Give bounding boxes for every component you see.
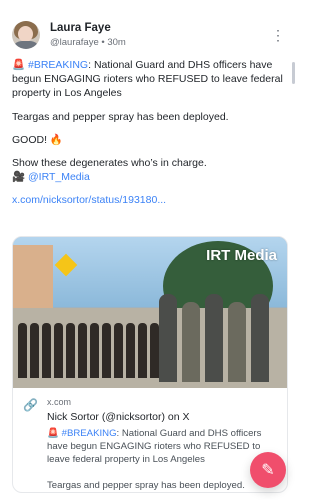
card-desc-text-2: Teargas and pepper spray has been deploy… xyxy=(47,480,245,492)
card-title[interactable]: Nick Sortor (@nicksortor) on X xyxy=(47,410,277,424)
post-time: 30m xyxy=(107,36,126,48)
post-line: Show these degenerates who’s in charge. … xyxy=(12,156,286,184)
compose-icon[interactable]: ✎ xyxy=(250,452,286,488)
hashtag-breaking[interactable]: #BREAKING xyxy=(28,59,88,71)
avatar[interactable] xyxy=(12,21,40,49)
card-description: 🚨 #BREAKING: National Guard and DHS offi… xyxy=(47,428,277,492)
post-header: Laura Faye @laurafaye • 30m ⋮ xyxy=(12,18,286,52)
scroll-indicator[interactable] xyxy=(292,62,295,84)
card-domain: x.com xyxy=(47,397,72,407)
more-vertical-icon[interactable]: ⋮ xyxy=(270,27,286,43)
card-text: x.com Nick Sortor (@nicksortor) on X 🚨 #… xyxy=(47,396,277,492)
post-link-line: x.com/nicksortor/status/193180... xyxy=(12,193,286,207)
author-name[interactable]: Laura Faye xyxy=(50,22,126,35)
card-body: 🔗 x.com Nick Sortor (@nicksortor) on X 🚨… xyxy=(13,388,287,492)
preview-image[interactable]: IRT Media xyxy=(13,237,287,388)
author-handle[interactable]: @laurafaye xyxy=(50,37,99,48)
author-block: Laura Faye @laurafaye • 30m xyxy=(50,22,126,48)
post-link[interactable]: x.com/nicksortor/status/193180... xyxy=(12,194,166,206)
siren-prefix: 🚨 xyxy=(12,59,28,71)
author-meta: @laurafaye • 30m xyxy=(50,36,126,48)
link-preview-card[interactable]: IRT Media 🔗 x.com Nick Sortor (@nicksort… xyxy=(12,236,288,493)
post-line: GOOD! 🔥 xyxy=(12,133,63,146)
post-line-text: Show these degenerates who’s in charge. xyxy=(12,156,207,169)
post-content: 🚨 #BREAKING: National Guard and DHS offi… xyxy=(12,58,286,216)
card-hashtag: #BREAKING xyxy=(61,428,117,440)
mention-irt-media[interactable]: @IRT_Media xyxy=(28,171,90,183)
post-line: Teargas and pepper spray has been deploy… xyxy=(12,110,229,123)
camera-prefix: 🎥 xyxy=(12,171,28,184)
post-line: 🚨 #BREAKING: National Guard and DHS offi… xyxy=(12,58,286,101)
image-watermark: IRT Media xyxy=(206,247,277,264)
post-screen: Laura Faye @laurafaye • 30m ⋮ 🚨 #BREAKIN… xyxy=(0,0,298,500)
card-desc-prefix: 🚨 xyxy=(47,428,62,440)
link-icon: 🔗 xyxy=(23,398,38,412)
